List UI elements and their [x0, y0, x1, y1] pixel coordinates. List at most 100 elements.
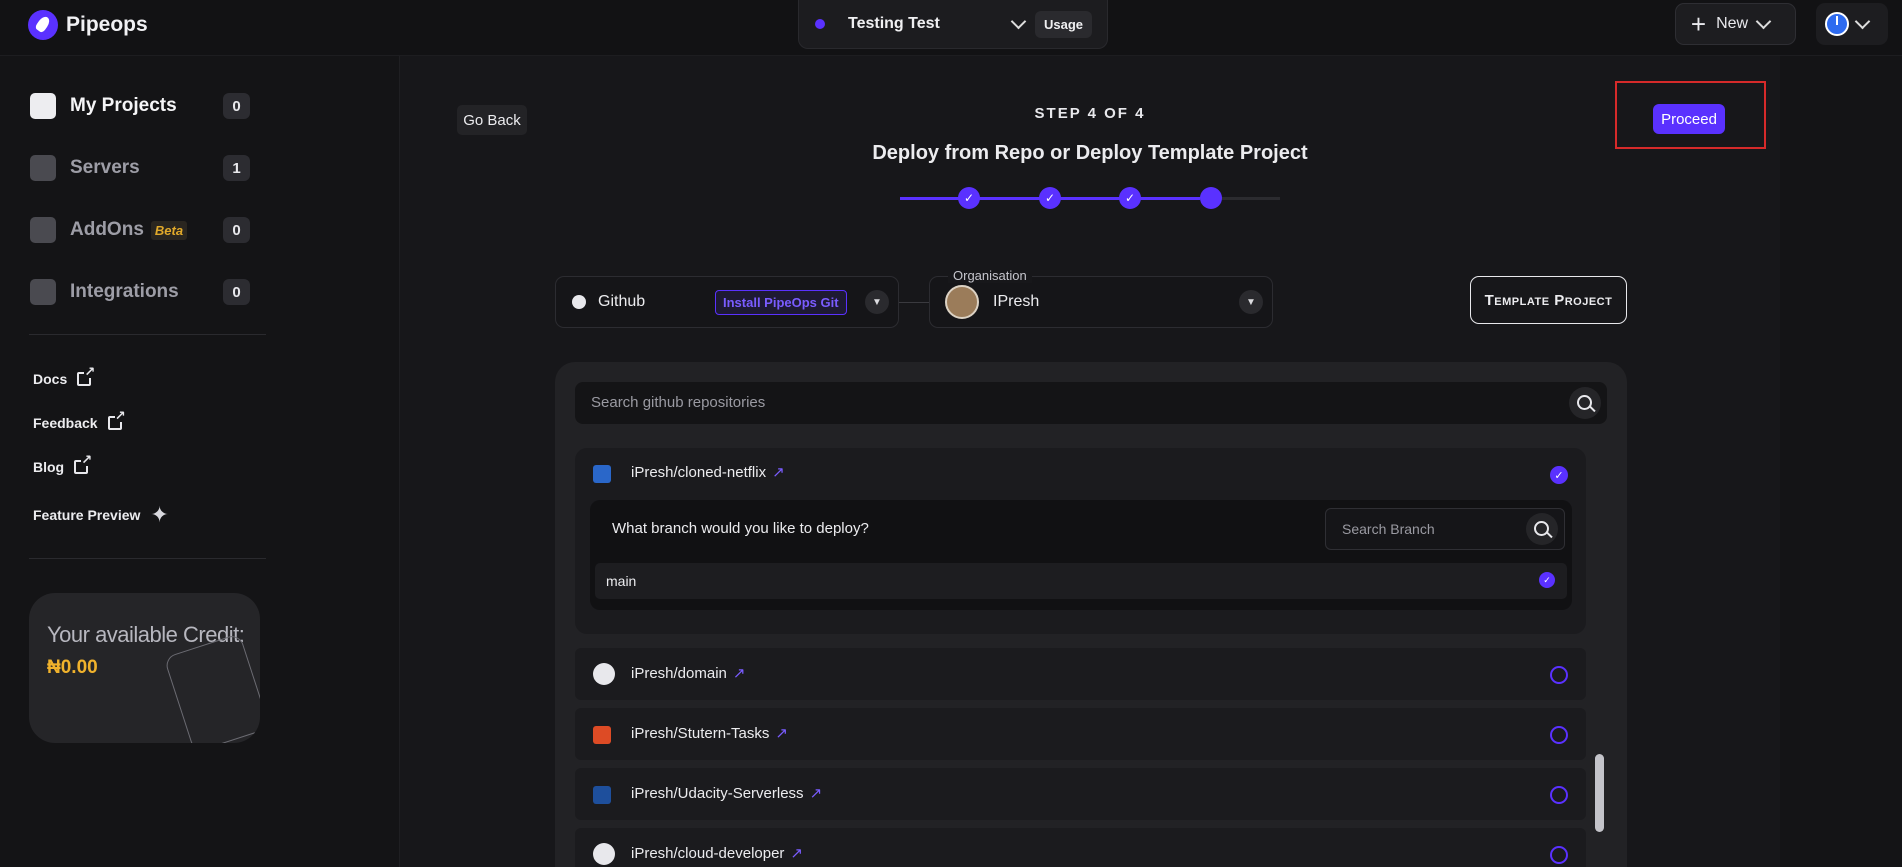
chevron-down-icon — [1755, 13, 1772, 30]
search-icon[interactable] — [1569, 387, 1601, 419]
count-badge: 0 — [223, 93, 250, 119]
link-label: Feedback — [33, 415, 98, 431]
organisation-select[interactable]: IPresh ▼ — [929, 276, 1273, 328]
beta-badge: Beta — [150, 220, 188, 240]
connector-line — [899, 302, 929, 303]
install-git-button[interactable]: Install PipeOps Git — [715, 289, 847, 315]
branch-search-placeholder: Search Branch — [1342, 521, 1435, 537]
count-badge: 1 — [223, 155, 250, 181]
repo-name[interactable]: iPresh/Stutern-Tasks ↗ — [631, 724, 788, 742]
main-panel: Search github repositories iPresh/cloned… — [400, 56, 1780, 867]
count-badge: 0 — [223, 217, 250, 243]
sidebar-item-my-projects[interactable]: My Projects 0 — [30, 86, 250, 126]
repo-radio[interactable] — [1550, 786, 1568, 804]
chevron-down-icon — [1854, 13, 1871, 30]
repo-search-input[interactable]: Search github repositories — [575, 382, 1607, 424]
pipeops-logo[interactable]: Pipeops — [28, 10, 148, 40]
css-icon — [593, 465, 611, 483]
repo-radio[interactable] — [1550, 726, 1568, 744]
branch-selector: What branch would you like to deploy? Se… — [590, 500, 1572, 610]
top-bar: Pipeops Testing Test Usage + New — [0, 0, 1902, 56]
progress-track: ✓ ✓ ✓ — [900, 187, 1280, 209]
external-link-icon — [74, 453, 93, 474]
sidebar-item-addons[interactable]: AddOns Beta 0 — [30, 210, 250, 250]
search-icon[interactable] — [1526, 513, 1558, 545]
project-name: Testing Test — [848, 15, 940, 32]
user-menu-button[interactable] — [1816, 3, 1888, 45]
go-back-button[interactable]: Go Back — [457, 105, 527, 135]
docs-link[interactable]: Docs — [33, 365, 96, 387]
chevron-down-icon[interactable] — [1010, 13, 1027, 29]
phone-illustration-icon — [163, 633, 260, 743]
sidebar-item-integrations[interactable]: Integrations 0 — [30, 272, 250, 312]
sparkle-star-icon: ✦ — [150, 502, 169, 527]
repo-list-scrollbar[interactable] — [1595, 754, 1604, 832]
sidebar-item-label: My Projects — [70, 95, 177, 116]
repo-name[interactable]: iPresh/cloned-netflix ↗ — [631, 463, 785, 481]
step-indicator: STEP 4 OF 4 — [1034, 105, 1146, 122]
external-link-icon[interactable]: ↗ — [772, 463, 785, 481]
sidebar-item-servers[interactable]: Servers 1 — [30, 148, 250, 188]
link-label: Blog — [33, 459, 65, 475]
blog-link[interactable]: Blog — [33, 453, 93, 475]
organisation-label: Organisation — [948, 268, 1032, 283]
step-check-icon: ✓ — [958, 187, 980, 209]
github-icon — [593, 843, 615, 865]
git-provider-select[interactable]: Github Install PipeOps Git ▼ — [555, 276, 899, 328]
sidebar-item-label: AddOns — [70, 219, 144, 240]
project-switcher[interactable]: Testing Test Usage — [798, 0, 1108, 49]
current-step-icon — [1200, 187, 1222, 209]
repo-row[interactable]: iPresh/Stutern-Tasks ↗ — [575, 708, 1586, 760]
branch-option-main[interactable]: main ✓ — [595, 563, 1567, 599]
sidebar-divider — [29, 558, 266, 559]
repository-panel: Search github repositories iPresh/cloned… — [555, 362, 1627, 867]
proceed-button[interactable]: Proceed — [1653, 104, 1725, 134]
step-check-icon: ✓ — [1039, 187, 1061, 209]
new-button[interactable]: + New — [1675, 3, 1796, 45]
link-label: Feature Preview — [33, 507, 141, 523]
repo-row[interactable]: iPresh/cloud-developer ↗ — [575, 828, 1586, 867]
html-icon — [593, 726, 611, 744]
branch-search-input[interactable]: Search Branch — [1325, 508, 1565, 550]
selected-repo-card: iPresh/cloned-netflix ↗ ✓ What branch wou… — [575, 448, 1586, 634]
branch-name: main — [606, 573, 637, 589]
credit-card: Your available Credit: ₦0.00 — [29, 593, 260, 743]
external-link-icon — [107, 409, 126, 430]
usage-button[interactable]: Usage — [1035, 10, 1093, 38]
power-avatar-icon — [1825, 12, 1849, 36]
provider-label: Github — [598, 293, 646, 310]
typescript-icon — [593, 786, 611, 804]
page-title: Deploy from Repo or Deploy Template Proj… — [872, 142, 1308, 164]
repo-name[interactable]: iPresh/Udacity-Serverless ↗ — [631, 784, 822, 802]
repo-radio[interactable] — [1550, 666, 1568, 684]
logo-text: Pipeops — [66, 13, 148, 36]
server-icon — [30, 155, 56, 181]
puzzle-icon — [30, 279, 56, 305]
repo-row[interactable]: iPresh/domain ↗ — [575, 648, 1586, 700]
feature-preview-link[interactable]: Feature Preview ✦ — [33, 502, 169, 528]
sidebar: My Projects 0 Servers 1 AddOns Beta 0 In… — [0, 56, 400, 867]
caret-down-icon[interactable]: ▼ — [865, 290, 889, 314]
repo-row[interactable]: iPresh/Udacity-Serverless ↗ — [575, 768, 1586, 820]
branch-selected-check[interactable]: ✓ — [1539, 572, 1555, 588]
credit-value: ₦0.00 — [47, 657, 98, 678]
repo-name[interactable]: iPresh/domain ↗ — [631, 664, 745, 682]
external-link-icon[interactable]: ↗ — [775, 724, 788, 742]
external-link-icon[interactable]: ↗ — [810, 784, 823, 802]
repo-search-placeholder: Search github repositories — [591, 394, 766, 411]
external-link-icon — [77, 365, 96, 386]
caret-down-icon[interactable]: ▼ — [1239, 290, 1263, 314]
external-link-icon[interactable]: ↗ — [790, 844, 803, 862]
repo-name[interactable]: iPresh/cloud-developer ↗ — [631, 844, 803, 862]
template-project-button[interactable]: Template Project — [1470, 276, 1627, 324]
plug-icon — [30, 217, 56, 243]
github-icon — [572, 295, 586, 309]
repo-radio[interactable] — [1550, 846, 1568, 864]
feedback-link[interactable]: Feedback — [33, 409, 126, 431]
organisation-avatar — [945, 285, 979, 319]
repo-selected-check[interactable]: ✓ — [1550, 466, 1568, 484]
link-label: Docs — [33, 371, 68, 387]
document-icon — [30, 93, 56, 119]
branch-question: What branch would you like to deploy? — [612, 520, 869, 537]
external-link-icon[interactable]: ↗ — [733, 664, 746, 682]
